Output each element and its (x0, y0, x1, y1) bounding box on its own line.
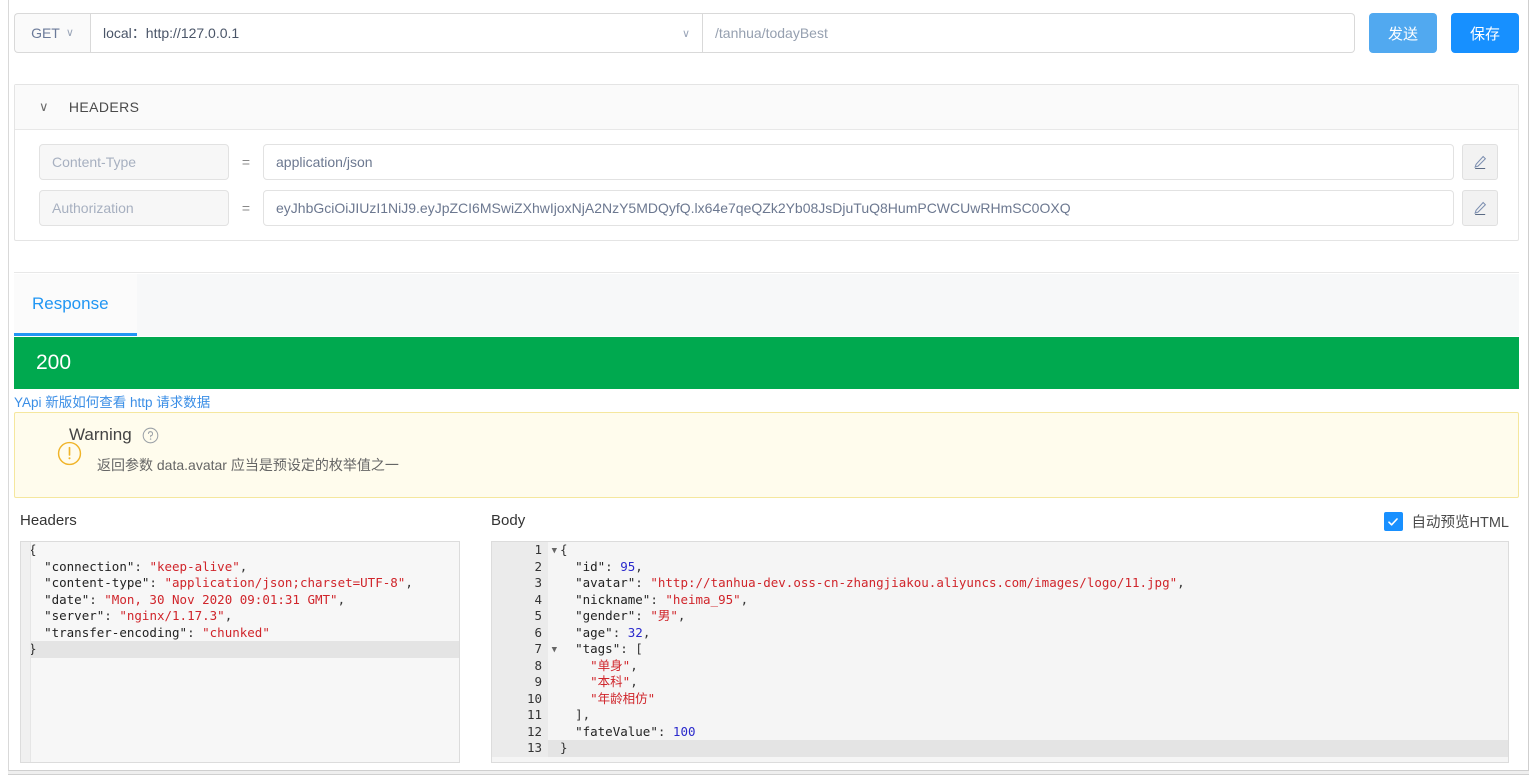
http-method-select[interactable]: GET ∨ (14, 13, 90, 53)
code-text: "gender": "男", (575, 608, 686, 623)
code-line: } (29, 641, 459, 658)
code-line: 5 "gender": "男", (492, 608, 1508, 625)
host-env-select[interactable]: local：http://127.0.0.1 ∨ (90, 13, 703, 53)
code-line: 7 ▼ "tags": [ (492, 641, 1508, 658)
code-text: "age": 32, (575, 624, 651, 640)
line-number: 8 (492, 657, 548, 674)
body-editor-content: 1 ▼{2 "id": 95, 3 "avatar": "http://tanhua… (492, 542, 1508, 757)
headers-section-toggle[interactable]: ∨ HEADERS (15, 85, 1518, 130)
code-line: 12 "fateValue": 100 (492, 723, 1508, 740)
save-button[interactable]: 保存 (1451, 13, 1519, 53)
question-circle-icon[interactable] (142, 427, 159, 444)
code-line: 2 "id": 95, (492, 558, 1508, 575)
line-number: 12 (492, 723, 548, 740)
equals-sign: = (241, 200, 251, 216)
headers-pane-label: Headers (20, 512, 77, 529)
code-text: ], (575, 707, 591, 722)
code-line: "date": "Mon, 30 Nov 2020 09:01:31 GMT", (44, 591, 346, 607)
fold-toggle-icon[interactable]: ▼ (552, 543, 557, 560)
headers-panel: ∨ HEADERS Content-Type = application/jso… (14, 84, 1519, 241)
headers-rows: Content-Type = application/json Authoriz… (15, 130, 1518, 240)
host-env-label: local：http://127.0.0.1 (103, 25, 240, 41)
code-line: { (29, 542, 37, 557)
edit-header-button[interactable] (1462, 190, 1498, 226)
response-separator (14, 272, 1519, 273)
http-method-label: GET (31, 25, 60, 41)
code-line: "server": "nginx/1.17.3", (44, 608, 233, 623)
line-number: 4 (492, 591, 548, 608)
response-tabbar: Response (14, 274, 1519, 336)
line-number: 13 (492, 740, 548, 757)
line-number: 9 (492, 674, 548, 691)
page-frame-shadow (8, 771, 1529, 775)
code-line: "connection": "keep-alive", (44, 558, 248, 574)
equals-sign: = (241, 154, 251, 170)
autopreview-html-toggle[interactable]: 自动预览HTML (1383, 511, 1509, 532)
body-pane-label: Body (491, 512, 526, 529)
code-line: 3 "avatar": "http://tanhua-dev.oss-cn-zh… (492, 575, 1508, 592)
code-text: } (560, 740, 568, 755)
code-line: 4 "nickname": "heima_95", (492, 591, 1508, 608)
code-line: 11 ], (492, 707, 1508, 724)
code-text: "单身", (590, 657, 638, 673)
code-line: 1 ▼{ (492, 542, 1508, 559)
header-value-field[interactable]: eyJhbGciOiJIUzI1NiJ9.eyJpZCI6MSwiZXhwIjo… (263, 190, 1454, 226)
code-line: 13} (492, 740, 1508, 757)
code-text: "nickname": "heima_95", (575, 591, 749, 607)
status-code: 200 (36, 351, 72, 374)
autopreview-label: 自动预览HTML (1411, 515, 1509, 531)
yapi-help-link[interactable]: YApi 新版如何查看 http 请求数据 (14, 391, 210, 411)
code-text: "本科", (590, 674, 638, 689)
chevron-down-icon: ∨ (65, 26, 74, 39)
code-text: "tags": [ (575, 641, 643, 656)
response-body-editor[interactable]: 1 ▼{2 "id": 95, 3 "avatar": "http://tanhua… (491, 541, 1509, 763)
response-headers-editor[interactable]: { "connection": "keep-alive", "content-t… (20, 541, 460, 763)
line-number: 11 (492, 707, 548, 724)
header-value-field[interactable]: application/json (263, 144, 1454, 180)
chevron-down-icon: ∨ (681, 27, 690, 40)
code-line: 8 "单身", (492, 657, 1508, 674)
code-text: "fateValue": 100 (575, 723, 696, 739)
code-line: "content-type": "application/json;charse… (44, 575, 413, 590)
header-name-field[interactable]: Authorization (39, 190, 229, 226)
header-row: Content-Type = application/json (15, 144, 1518, 180)
code-line: 9 "本科", (492, 674, 1508, 691)
request-bar: GET ∨ local：http://127.0.0.1 ∨ 发送 保存 (14, 8, 1519, 58)
tab-response[interactable]: Response (14, 274, 137, 336)
code-text: { (560, 542, 568, 557)
warning-box: Warning 返回参数 data.avatar 应当是预设定的枚举值之一 (14, 412, 1519, 498)
warning-message: 返回参数 data.avatar 应当是预设定的枚举值之一 (97, 457, 399, 473)
code-line: 6 "age": 32, (492, 624, 1508, 641)
headers-section-title: HEADERS (68, 99, 140, 115)
pencil-icon (1473, 201, 1486, 215)
headers-editor-content: { "connection": "keep-alive", "content-t… (21, 542, 459, 762)
warning-header: Warning (69, 425, 1518, 445)
code-line: 10 "年龄相仿" (492, 690, 1508, 707)
code-text: "avatar": "http://tanhua-dev.oss-cn-zhan… (575, 575, 1185, 590)
line-number: 3 (492, 575, 548, 592)
line-number: 6 (492, 624, 548, 641)
yapi-request-page: GET ∨ local：http://127.0.0.1 ∨ 发送 保存 ∨ H… (0, 0, 1529, 779)
pencil-icon (1473, 155, 1486, 169)
check-icon (1388, 517, 1398, 526)
line-number: 5 (492, 608, 548, 625)
fold-toggle-icon[interactable]: ▼ (552, 642, 557, 659)
header-row: Authorization = eyJhbGciOiJIUzI1NiJ9.eyJ… (15, 190, 1518, 226)
code-line: "transfer-encoding": "chunked" (44, 624, 270, 640)
line-number: 1 ▼ (492, 542, 557, 559)
line-number: 2 (492, 558, 548, 575)
warning-circle-icon (57, 441, 82, 466)
checkbox-checked-icon (1383, 512, 1403, 531)
chevron-down-icon: ∨ (39, 99, 49, 114)
line-number: 10 (492, 690, 548, 707)
send-button[interactable]: 发送 (1369, 13, 1437, 53)
line-number: 7 ▼ (492, 641, 557, 658)
headers-editor-gutter (21, 542, 31, 762)
code-text: "年龄相仿" (590, 690, 656, 706)
status-banner: 200 (14, 337, 1519, 389)
request-path-input[interactable] (703, 13, 1355, 53)
edit-header-button[interactable] (1462, 144, 1498, 180)
code-text: "id": 95, (575, 558, 643, 574)
header-name-field[interactable]: Content-Type (39, 144, 229, 180)
